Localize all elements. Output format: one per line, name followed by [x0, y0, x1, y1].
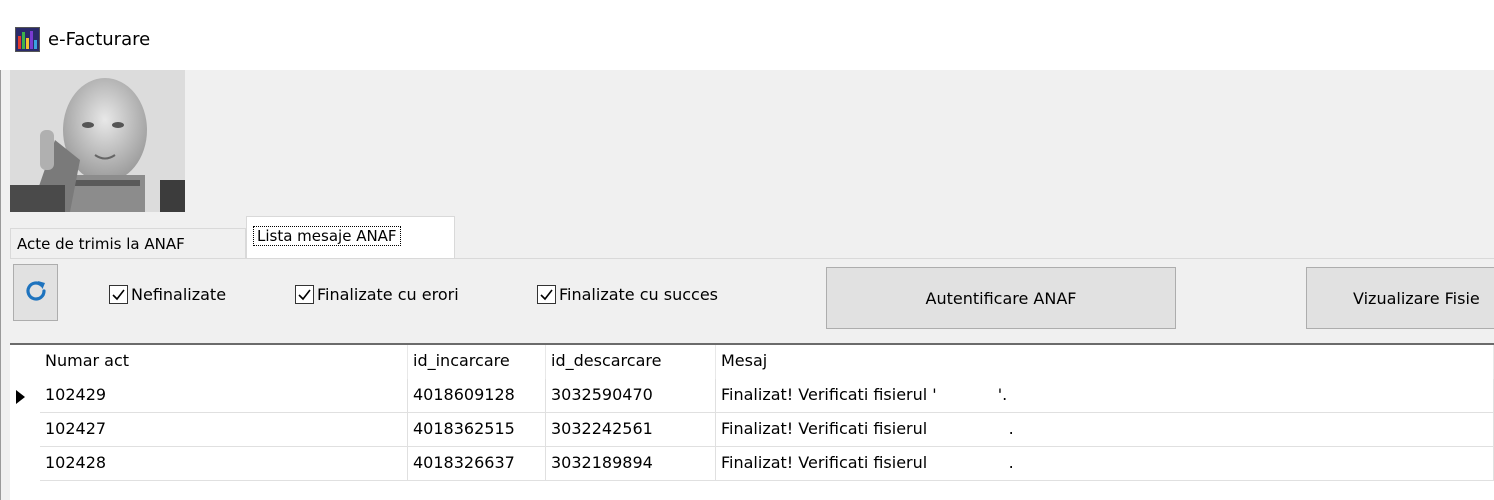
filter-nefinalizate-checkbox[interactable]: Nefinalizate [109, 285, 226, 304]
messages-grid: Numar act id_incarcare id_descarcare Mes… [10, 343, 1494, 500]
grid-header-row: Numar act id_incarcare id_descarcare Mes… [10, 345, 1494, 379]
tab-acte-label: Acte de trimis la ANAF [17, 235, 185, 253]
filter-finalizate-erori-label: Finalizate cu erori [317, 285, 459, 304]
table-row[interactable]: 102428 4018326637 3032189894 Finalizat! … [10, 447, 1494, 481]
table-row[interactable]: 102427 4018362515 3032242561 Finalizat! … [10, 413, 1494, 447]
column-header-mesaj[interactable]: Mesaj [716, 345, 1494, 379]
autentificare-anaf-button[interactable]: Autentificare ANAF [826, 267, 1176, 329]
checkbox-checked-icon[interactable] [537, 285, 556, 304]
cell-numar-act[interactable]: 102428 [40, 447, 408, 481]
row-header[interactable] [10, 413, 40, 447]
refresh-button[interactable] [13, 264, 58, 321]
cell-numar-act[interactable]: 102427 [40, 413, 408, 447]
row-header-corner [10, 345, 40, 379]
column-header-numar-act[interactable]: Numar act [40, 345, 408, 379]
refresh-icon [23, 278, 49, 308]
checkbox-checked-icon[interactable] [295, 285, 314, 304]
tab-acte-de-trimis[interactable]: Acte de trimis la ANAF [10, 228, 246, 258]
cell-mesaj[interactable]: Finalizat! Verificati fisierul ' '. [716, 379, 1494, 413]
cell-numar-act[interactable]: 102429 [40, 379, 408, 413]
checkbox-checked-icon[interactable] [109, 285, 128, 304]
filter-finalizate-succes-label: Finalizate cu succes [559, 285, 718, 304]
cell-mesaj[interactable]: Finalizat! Verificati fisierul . [716, 413, 1494, 447]
cell-id-descarcare[interactable]: 3032189894 [546, 447, 716, 481]
tab-lista-label: Lista mesaje ANAF [253, 226, 401, 246]
tab-lista-mesaje[interactable]: Lista mesaje ANAF [246, 216, 455, 259]
column-header-id-descarcare[interactable]: id_descarcare [546, 345, 716, 379]
column-header-id-incarcare[interactable]: id_incarcare [408, 345, 546, 379]
row-header[interactable] [10, 379, 40, 413]
bar-chart-app-icon [15, 27, 40, 52]
table-row[interactable]: 102429 4018609128 3032590470 Finalizat! … [10, 379, 1494, 413]
filter-finalizate-erori-checkbox[interactable]: Finalizate cu erori [295, 285, 459, 304]
filter-nefinalizate-label: Nefinalizate [131, 285, 227, 304]
cell-id-descarcare[interactable]: 3032242561 [546, 413, 716, 447]
cell-id-incarcare[interactable]: 4018609128 [408, 379, 546, 413]
row-header[interactable] [10, 447, 40, 481]
robot-avatar-image [10, 70, 185, 212]
window-title: e-Facturare [48, 29, 151, 50]
cell-id-incarcare[interactable]: 4018362515 [408, 413, 546, 447]
main-client-area: Acte de trimis la ANAF Lista mesaje ANAF… [1, 70, 1494, 500]
cell-id-incarcare[interactable]: 4018326637 [408, 447, 546, 481]
cell-mesaj[interactable]: Finalizat! Verificati fisierul . [716, 447, 1494, 481]
cell-id-descarcare[interactable]: 3032590470 [546, 379, 716, 413]
current-row-arrow-icon [16, 390, 25, 404]
vizualizare-fisier-button[interactable]: Vizualizare Fisie [1306, 267, 1494, 329]
filter-finalizate-succes-checkbox[interactable]: Finalizate cu succes [537, 285, 718, 304]
title-bar: e-Facturare [0, 0, 1494, 70]
